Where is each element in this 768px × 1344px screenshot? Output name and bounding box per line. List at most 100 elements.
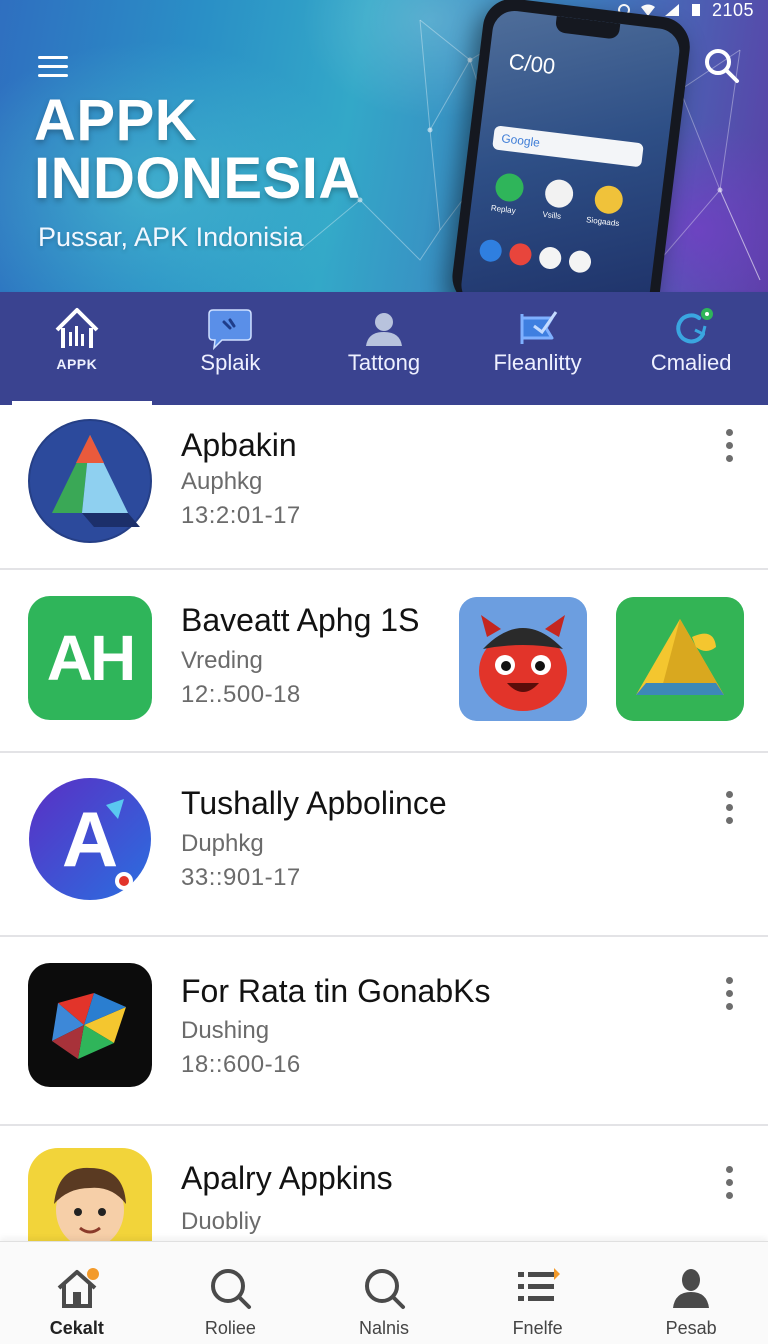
- page-title: APPK INDONESIA: [34, 92, 454, 208]
- more-options-button[interactable]: [714, 1164, 744, 1204]
- battery-icon: [691, 4, 700, 16]
- more-vertical-icon: [726, 442, 733, 449]
- category-tabs: APPK Splaik Tattong Fleanlitty Cmalied: [0, 292, 768, 405]
- featured-thumb-yellow-a[interactable]: [616, 597, 744, 721]
- more-vertical-icon: [726, 804, 733, 811]
- nav-label: Nalnis: [358, 1318, 409, 1338]
- more-vertical-icon: [726, 1003, 733, 1010]
- app-title: Apbakin: [181, 427, 297, 463]
- phone-dock-icon: [478, 238, 503, 263]
- tab-cmalied[interactable]: Cmalied: [614, 292, 768, 405]
- menu-icon: [38, 65, 68, 68]
- list-item[interactable]: Apbakin Auphkg 13:2:01-17: [0, 405, 768, 570]
- list-item[interactable]: For Rata tin GonabKs Dushing 18::600-16: [0, 937, 768, 1126]
- phone-dock-icon: [537, 245, 563, 271]
- app-title: For Rata tin GonabKs: [181, 973, 491, 1009]
- search-icon: [705, 49, 739, 83]
- phone-app-label: Vsills: [541, 209, 562, 221]
- more-vertical-icon: [726, 1192, 733, 1199]
- search-button[interactable]: [702, 46, 742, 86]
- more-options-button[interactable]: [714, 789, 744, 829]
- nav-fnelfe[interactable]: Fnelfe: [461, 1242, 615, 1344]
- tab-fleanlitty[interactable]: Fleanlitty: [461, 292, 615, 405]
- phone-app-label: Siogaads: [585, 215, 620, 229]
- search-icon: [211, 1269, 252, 1309]
- tab-label: Tattong: [347, 350, 421, 375]
- more-vertical-icon: [726, 990, 733, 997]
- tab-label: Fleanlitty: [493, 350, 582, 375]
- home-icon: [57, 1268, 99, 1308]
- app-title: Baveatt Aphg 1S: [181, 602, 420, 638]
- phone-screen: C/00 Google Replay Vsills Siogaads: [458, 8, 682, 292]
- nav-label: Fnelfe: [512, 1318, 563, 1338]
- app-date: 12:.500-18: [181, 681, 301, 708]
- appk-logo-icon: [51, 304, 103, 352]
- more-vertical-icon: [726, 455, 733, 462]
- featured-thumb-monster[interactable]: [459, 597, 587, 721]
- title-line: INDONESIA: [34, 146, 361, 211]
- nav-pesab[interactable]: Pesab: [614, 1242, 768, 1344]
- more-vertical-icon: [726, 1166, 733, 1173]
- more-options-button[interactable]: [714, 427, 744, 467]
- phone-clock: C/00: [507, 48, 557, 80]
- phone-search-bar: Google: [492, 125, 644, 168]
- more-vertical-icon: [726, 1179, 733, 1186]
- menu-icon: [38, 56, 68, 59]
- a-logo-text: A: [61, 795, 119, 883]
- app-title: Tushally Apbolince: [181, 785, 447, 821]
- app-subtitle: Duphkg: [181, 830, 264, 857]
- a-logo-icon: A: [28, 777, 152, 901]
- list-item[interactable]: AH Baveatt Aphg 1S Vreding 12:.500-18: [0, 570, 768, 753]
- phone-app-icon: [593, 184, 625, 216]
- list-icon: [517, 1268, 560, 1301]
- app-date: 13:2:01-17: [181, 502, 301, 529]
- boy-avatar-icon: [28, 1148, 152, 1241]
- phone-dock-icon: [567, 249, 593, 274]
- phone-notch: [554, 16, 621, 40]
- triangle-logo-icon: [28, 419, 152, 543]
- list-item[interactable]: Apalry Appkins Duobliy: [0, 1126, 768, 1241]
- nav-roliee[interactable]: Roliee: [154, 1242, 308, 1344]
- title-line: APPK: [34, 88, 198, 153]
- hero-banner: 2105 C/00 Google Replay Vsills Siogaads: [0, 0, 768, 292]
- nav-nalnis[interactable]: Nalnis: [307, 1242, 461, 1344]
- page-subtitle: Pussar, APK Indonisia: [38, 222, 304, 252]
- person-icon: [358, 304, 410, 352]
- tab-label: APPK: [56, 356, 98, 372]
- app-date: 18::600-16: [181, 1051, 301, 1078]
- more-vertical-icon: [726, 429, 733, 436]
- nav-label: Roliee: [204, 1318, 256, 1338]
- list-item[interactable]: A Tushally Apbolince Duphkg 33::901-17: [0, 753, 768, 937]
- app-subtitle: Dushing: [181, 1017, 270, 1044]
- app-title: Apalry Appkins: [181, 1160, 393, 1196]
- bottom-navigation: Cekalt Roliee Nalnis Fnelfe Pesab: [0, 1241, 768, 1344]
- profile-icon: [673, 1269, 710, 1308]
- app-list: Apbakin Auphkg 13:2:01-17 AH Baveatt Aph…: [0, 405, 768, 1241]
- refresh-badge-icon: [665, 304, 717, 352]
- tab-label: Splaik: [200, 350, 261, 375]
- more-options-button[interactable]: [714, 975, 744, 1015]
- nav-cekalt[interactable]: Cekalt: [0, 1242, 154, 1344]
- menu-icon: [38, 74, 68, 77]
- ah-logo-text: AH: [46, 622, 136, 694]
- phone-dock-icon: [508, 242, 533, 267]
- tab-appk[interactable]: APPK: [0, 292, 154, 405]
- search-icon: [364, 1269, 405, 1309]
- menu-button[interactable]: [36, 52, 72, 80]
- app-subtitle: Duobliy: [181, 1208, 262, 1235]
- red-monster-icon: [459, 597, 587, 721]
- flag-icon: [512, 304, 564, 352]
- phone-app-label: Replay: [490, 203, 517, 216]
- tab-splaik[interactable]: Splaik: [154, 292, 308, 405]
- app-screen: 2105 C/00 Google Replay Vsills Siogaads: [0, 0, 768, 1344]
- signal-icon: [664, 4, 679, 16]
- phone-app-icon: [543, 178, 575, 210]
- tab-tattong[interactable]: Tattong: [307, 292, 461, 405]
- nav-label: Pesab: [665, 1318, 717, 1338]
- yellow-a-logo-icon: [616, 597, 744, 721]
- app-subtitle: Vreding: [181, 647, 263, 674]
- star-shape-logo-icon: [28, 963, 152, 1087]
- nav-label: Cekalt: [49, 1318, 104, 1338]
- app-date: 33::901-17: [181, 864, 301, 891]
- more-vertical-icon: [726, 791, 733, 798]
